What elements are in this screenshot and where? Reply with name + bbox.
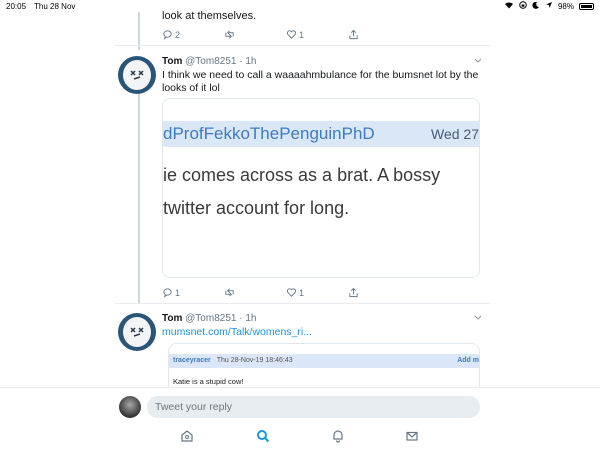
- preview-header-band: traceyracer Thu 28-Nov-19 18:46:43 Add m: [169, 354, 479, 368]
- image-username: dProfFekkoThePenguinPhD: [163, 124, 375, 143]
- search-icon: [257, 430, 270, 443]
- moon-icon: [532, 1, 540, 11]
- tab-search[interactable]: [255, 428, 271, 444]
- wifi-icon: [504, 1, 514, 11]
- author-name[interactable]: Tom: [162, 313, 182, 324]
- retweet-icon: [225, 30, 234, 39]
- chevron-down-icon[interactable]: [474, 313, 482, 323]
- retweet-button[interactable]: [224, 29, 286, 40]
- preview-username: traceyracer: [173, 357, 211, 364]
- like-button[interactable]: 1: [286, 287, 348, 298]
- image-header-band: dProfFekkoThePenguinPhD Wed 27: [163, 121, 479, 147]
- tweet-header: Tom @Tom8251 · 1h: [162, 313, 256, 324]
- tab-bar: [0, 425, 600, 450]
- tab-messages[interactable]: [404, 428, 420, 444]
- bell-icon: [333, 430, 343, 443]
- heart-icon: [286, 30, 297, 39]
- share-icon: [349, 287, 358, 298]
- image-date: Wed 27: [431, 126, 479, 142]
- retweet-button[interactable]: [224, 287, 286, 298]
- image-text-line: twitter account for long.: [163, 198, 350, 218]
- avatar[interactable]: [118, 56, 156, 94]
- reply-button[interactable]: 1: [162, 287, 224, 298]
- home-icon: [181, 430, 193, 442]
- tweet-actions: 1 1: [162, 287, 410, 298]
- like-button[interactable]: 1: [286, 29, 348, 40]
- like-count: 1: [299, 287, 305, 298]
- share-icon: [349, 29, 358, 40]
- reply-count: 1: [175, 287, 181, 298]
- tweet-image[interactable]: dProfFekkoThePenguinPhD Wed 27 ie comes …: [162, 98, 480, 278]
- preview-text: Katie is a stupid cow!: [173, 377, 244, 386]
- divider: [115, 303, 490, 304]
- like-count: 1: [299, 29, 305, 40]
- mail-icon: [406, 431, 418, 441]
- avatar[interactable]: [118, 313, 156, 351]
- author-handle-time: @Tom8251 · 1h: [185, 313, 257, 324]
- reply-bar: [0, 387, 600, 425]
- status-time: 20:05: [6, 1, 27, 11]
- prev-tweet-text: look at themselves.: [162, 10, 257, 22]
- preview-add-link: Add m: [457, 357, 479, 364]
- share-button[interactable]: [348, 287, 410, 298]
- lock-rotation-icon: [519, 1, 527, 11]
- status-bar: 20:05 Thu 28 Nov 98%: [0, 0, 600, 12]
- reply-count: 2: [175, 29, 181, 40]
- prev-tweet-actions: 2 1: [162, 29, 410, 40]
- reply-input[interactable]: [147, 396, 480, 418]
- divider: [115, 45, 490, 46]
- author-name[interactable]: Tom: [162, 56, 182, 67]
- penguin-icon: [123, 60, 151, 90]
- tweet-text: I think we need to call a waaaahmbulance…: [162, 69, 479, 94]
- tweet-link[interactable]: mumsnet.com/Talk/womens_ri...: [162, 326, 312, 338]
- tweet-header: Tom @Tom8251 · 1h: [162, 56, 256, 67]
- status-date: Thu 28 Nov: [34, 1, 76, 11]
- author-handle-time: @Tom8251 · 1h: [185, 56, 257, 67]
- penguin-icon: [123, 317, 151, 347]
- battery-icon: [579, 2, 594, 10]
- retweet-icon: [225, 288, 234, 297]
- preview-date: Thu 28-Nov-19 18:46:43: [216, 357, 293, 364]
- reply-icon: [163, 30, 172, 40]
- tab-home[interactable]: [179, 428, 195, 444]
- my-avatar[interactable]: [119, 396, 141, 418]
- battery-percent: 98%: [557, 1, 574, 11]
- reply-icon: [163, 288, 172, 298]
- image-text-line: ie comes across as a brat. A bossy: [163, 165, 441, 185]
- reply-button[interactable]: 2: [162, 29, 224, 40]
- chevron-down-icon[interactable]: [474, 56, 482, 66]
- location-icon: [545, 1, 553, 11]
- share-button[interactable]: [348, 29, 410, 40]
- tab-notifications[interactable]: [330, 428, 346, 444]
- heart-icon: [286, 288, 297, 297]
